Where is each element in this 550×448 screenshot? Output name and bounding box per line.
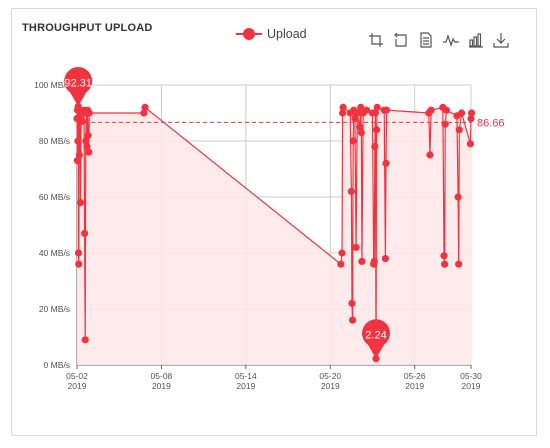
data-point (352, 243, 360, 251)
data-point (81, 229, 89, 237)
data-point (373, 126, 381, 134)
x-tick-label: 05-26 (404, 371, 426, 381)
x-tick-year: 2019 (321, 381, 340, 391)
data-point (347, 187, 355, 195)
y-tick-label: 20 MB/s (39, 304, 70, 314)
average-mark-label: 86.66 (477, 117, 505, 129)
y-tick-label: 0 MB/s (44, 360, 70, 370)
data-point (78, 117, 86, 125)
y-tick-label: 40 MB/s (39, 248, 70, 258)
data-point (337, 260, 345, 268)
x-tick-label: 05-20 (319, 371, 341, 381)
data-point (440, 252, 448, 260)
y-tick-label: 60 MB/s (39, 192, 70, 202)
data-point (454, 193, 462, 201)
data-point (76, 199, 85, 207)
x-tick-year: 2019 (152, 381, 171, 391)
data-point (348, 316, 357, 324)
data-point (371, 143, 379, 151)
data-point (427, 106, 435, 114)
data-point (382, 159, 390, 167)
series-area-upload (77, 106, 472, 365)
data-point (466, 140, 475, 148)
throughput-chart: 0 MB/s20 MB/s40 MB/s60 MB/s80 MB/s100 MB… (34, 67, 505, 391)
data-point (84, 131, 92, 139)
data-point (75, 151, 83, 159)
data-point (467, 109, 476, 117)
data-point (373, 103, 381, 111)
data-point (458, 109, 466, 117)
data-point (442, 106, 450, 114)
data-point (81, 336, 89, 344)
data-point (381, 255, 389, 263)
y-tick-label: 80 MB/s (39, 136, 70, 146)
data-point (85, 109, 93, 117)
data-point (357, 129, 365, 137)
x-tick-label: 05-08 (151, 371, 173, 381)
x-tick-year: 2019 (68, 381, 87, 391)
x-tick-label: 05-30 (460, 371, 482, 381)
data-point (455, 260, 463, 268)
data-point (441, 120, 449, 128)
data-point (74, 137, 82, 145)
x-tick-label: 05-14 (235, 371, 257, 381)
x-tick-year: 2019 (462, 381, 481, 391)
data-point (455, 126, 463, 134)
data-point (339, 103, 347, 111)
data-point (426, 151, 434, 159)
data-point (441, 260, 449, 268)
mark-pin-label-max: 92.31 (64, 78, 92, 90)
data-point (370, 257, 378, 265)
data-point (348, 299, 356, 307)
data-point (75, 260, 83, 268)
data-point (358, 257, 366, 265)
mark-pin-label-min: 2.24 (365, 330, 386, 342)
x-tick-label: 05-02 (66, 371, 88, 381)
x-tick-year: 2019 (236, 381, 255, 391)
data-point (85, 148, 93, 156)
data-point (141, 103, 149, 111)
data-point (338, 249, 346, 257)
data-point (349, 137, 357, 145)
data-point (382, 106, 391, 114)
data-point (74, 249, 83, 257)
x-tick-year: 2019 (405, 381, 424, 391)
